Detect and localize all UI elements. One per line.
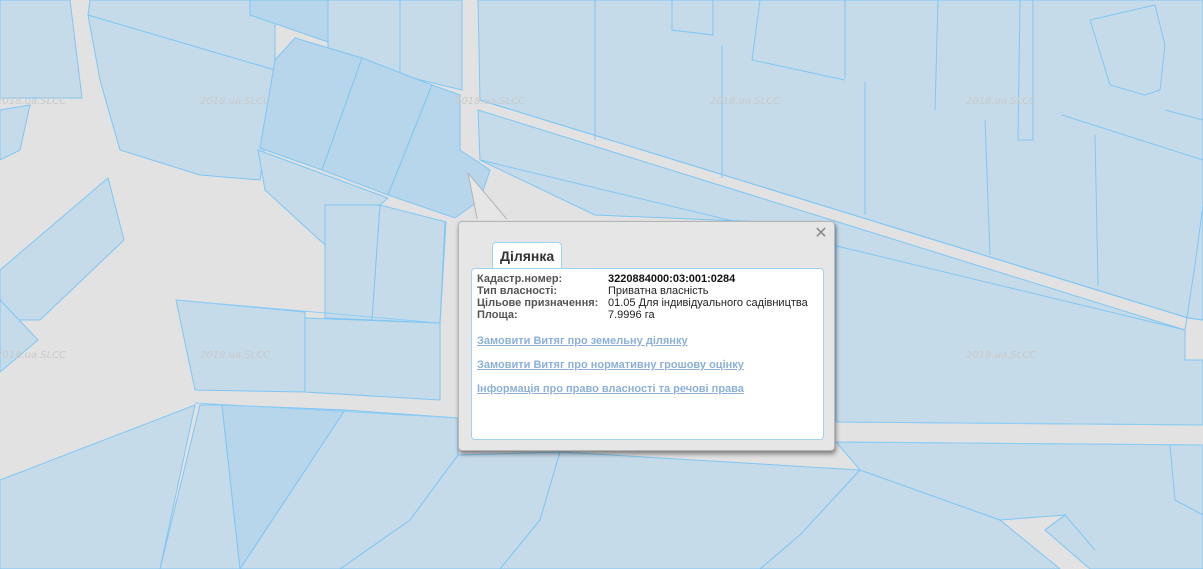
- watermark: 2018.ua.SLCC: [966, 350, 1036, 361]
- watermark: 2018.ua.SLCC: [710, 96, 780, 107]
- field-value: 01.05 Для індивідуального садівництва: [608, 297, 808, 309]
- field-label: Тип власності:: [477, 285, 558, 297]
- field-value: 7.9996 га: [608, 309, 655, 321]
- watermark: 2018.ua.SLCC: [0, 96, 66, 107]
- land-parcel[interactable]: [175, 299, 306, 393]
- popup-body: ✕ Ділянка Кадастр.номер: 3220884000:03:0…: [458, 221, 835, 451]
- parcel-info-popup: ✕ Ділянка Кадастр.номер: 3220884000:03:0…: [458, 173, 835, 451]
- land-parcel[interactable]: [304, 317, 441, 401]
- land-parcel[interactable]: [324, 204, 381, 321]
- watermark: 2018.ua.SLCC: [0, 350, 66, 361]
- land-parcel[interactable]: [371, 204, 447, 324]
- field-value: Приватна власність: [608, 285, 709, 297]
- order-land-extract-link[interactable]: Замовити Витяг про земельну ділянку: [477, 335, 688, 347]
- order-valuation-extract-link[interactable]: Замовити Витяг про нормативну грошову оц…: [477, 359, 744, 371]
- watermark: 2018.ua.SLCC: [455, 96, 525, 107]
- watermark: 2018.ua.SLCC: [966, 96, 1036, 107]
- close-icon[interactable]: ✕: [814, 226, 828, 242]
- land-parcel[interactable]: [0, 0, 83, 99]
- field-value: 3220884000:03:001:0284: [608, 273, 736, 285]
- popup-pointer: [467, 173, 513, 223]
- parcel-details-panel: Кадастр.номер: 3220884000:03:001:0284 Ти…: [471, 268, 824, 440]
- field-label: Площа:: [477, 309, 518, 321]
- field-label: Кадастр.номер:: [477, 273, 563, 285]
- field-label: Цільове призначення:: [477, 297, 599, 309]
- tab-parcel[interactable]: Ділянка: [492, 242, 563, 269]
- watermark: 2018.ua.SLCC: [200, 350, 270, 361]
- ownership-rights-info-link[interactable]: Інформація про право власності та речові…: [477, 383, 744, 395]
- watermark: 2018.ua.SLCC: [200, 96, 270, 107]
